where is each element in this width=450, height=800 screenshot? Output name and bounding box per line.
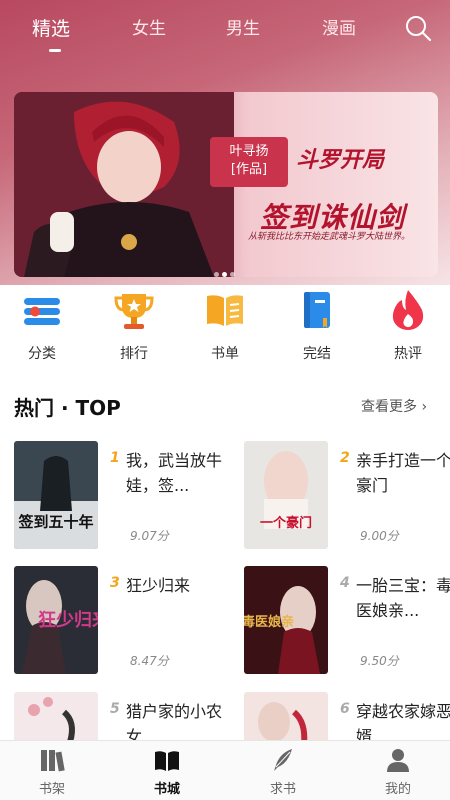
tab-comics[interactable]: 漫画 bbox=[322, 14, 356, 39]
rank-number: 4 bbox=[340, 575, 350, 591]
section-title: 热门 · TOP bbox=[14, 396, 121, 420]
tabbar-label: 书城 bbox=[153, 782, 180, 797]
carousel-dot bbox=[214, 272, 219, 277]
cover-text: 狂少归来 bbox=[38, 609, 98, 631]
book-score: 9.00分 bbox=[360, 529, 399, 543]
tabbar-profile[interactable]: 我的 bbox=[368, 741, 428, 800]
category-label: 热评 bbox=[394, 346, 422, 362]
quill-icon bbox=[274, 749, 292, 771]
category-classify[interactable]: 分类 bbox=[12, 288, 72, 368]
book-item[interactable]: 签到五十年 1 我，武当放牛娃，签... 9.07分 bbox=[14, 441, 224, 551]
see-more-link[interactable]: 查看更多 › bbox=[361, 396, 427, 416]
banner-subtitle: 从斩我比比东开始走武魂斗罗大陆世界。 bbox=[248, 232, 411, 242]
category-shortcuts: 分类 排行 书单 完结 热评 bbox=[0, 288, 450, 368]
author-sub: [作品] bbox=[230, 162, 268, 177]
see-more-label: 查看更多 bbox=[361, 399, 417, 415]
category-ranking[interactable]: 排行 bbox=[104, 288, 164, 368]
carousel-dot bbox=[222, 272, 227, 277]
category-label: 完结 bbox=[303, 346, 331, 362]
book-item[interactable]: 一个豪门 2 亲手打造一个豪门 9.00分 bbox=[244, 441, 450, 551]
bookshelf-icon bbox=[41, 750, 65, 772]
book-score: 9.50分 bbox=[360, 654, 399, 668]
tabbar-bookshelf[interactable]: 书架 bbox=[22, 741, 82, 800]
finished-book-icon bbox=[304, 292, 330, 328]
category-booklist[interactable]: 书单 bbox=[195, 288, 255, 368]
book-item[interactable]: 狂少归来 3 狂少归来 8.47分 bbox=[14, 566, 224, 676]
profile-icon bbox=[387, 749, 409, 772]
tab-female[interactable]: 女生 bbox=[132, 14, 166, 39]
cover-text: 一个豪门 bbox=[260, 515, 312, 531]
tab-featured[interactable]: 精选 bbox=[32, 14, 70, 41]
tabbar-label: 求书 bbox=[269, 782, 296, 797]
banner-title-line1: 斗罗开局 bbox=[296, 148, 385, 173]
author-tag: 叶寻扬 [作品] bbox=[210, 137, 288, 187]
top-tab-bar: 精选 女生 男生 漫画 bbox=[0, 0, 450, 58]
carousel-dot bbox=[230, 272, 235, 277]
cover-text: 毒医娘亲 bbox=[244, 614, 294, 630]
book-cover: 一个豪门 bbox=[244, 441, 328, 549]
category-list-icon bbox=[24, 298, 60, 325]
book-item[interactable]: 毒医娘亲 4 一胎三宝：毒医娘亲... 9.50分 bbox=[244, 566, 450, 676]
category-label: 书单 bbox=[211, 346, 239, 362]
trophy-icon bbox=[114, 294, 154, 329]
tab-male[interactable]: 男生 bbox=[226, 14, 260, 39]
tabbar-label: 书架 bbox=[38, 782, 65, 797]
tabbar-request[interactable]: 求书 bbox=[253, 741, 313, 800]
flame-icon bbox=[392, 290, 424, 330]
book-score: 8.47分 bbox=[130, 654, 169, 668]
carousel-dots bbox=[214, 262, 238, 277]
book-cover: 狂少归来 bbox=[14, 566, 98, 674]
open-book-icon bbox=[207, 295, 243, 326]
tabbar-bookstore[interactable]: 书城 bbox=[137, 741, 197, 800]
chevron-right-icon: › bbox=[421, 399, 428, 415]
search-button[interactable] bbox=[404, 14, 432, 42]
rank-number: 2 bbox=[340, 450, 350, 466]
rank-number: 1 bbox=[110, 450, 120, 466]
rank-number: 6 bbox=[340, 701, 350, 717]
banner-character-illustration bbox=[14, 92, 234, 277]
tabbar-label: 我的 bbox=[384, 782, 411, 797]
book-score: 9.07分 bbox=[130, 529, 169, 543]
category-label: 排行 bbox=[120, 346, 148, 362]
book-title: 亲手打造一个豪门 bbox=[356, 451, 450, 495]
cover-text: 签到五十年 bbox=[17, 513, 93, 531]
book-title: 一胎三宝：毒医娘亲... bbox=[356, 576, 450, 620]
book-cover: 签到五十年 bbox=[14, 441, 98, 549]
bookstore-icon bbox=[155, 751, 179, 771]
rank-number: 5 bbox=[110, 701, 120, 717]
active-tab-indicator bbox=[49, 49, 61, 52]
search-icon bbox=[406, 16, 432, 42]
promo-banner[interactable]: 叶寻扬 [作品] 斗罗开局 签到诛仙剑 从斩我比比东开始走武魂斗罗大陆世界。 bbox=[14, 92, 438, 277]
book-title: 我，武当放牛娃，签... bbox=[126, 451, 223, 495]
category-label: 分类 bbox=[28, 346, 56, 362]
book-cover: 毒医娘亲 bbox=[244, 566, 328, 674]
author-name: 叶寻扬 bbox=[229, 144, 269, 159]
book-title: 狂少归来 bbox=[126, 576, 191, 595]
category-finished[interactable]: 完结 bbox=[287, 288, 347, 368]
category-hot-reviews[interactable]: 热评 bbox=[378, 288, 438, 368]
rank-number: 3 bbox=[110, 575, 120, 591]
bottom-tab-bar: 书架 书城 求书 我的 bbox=[0, 740, 450, 800]
